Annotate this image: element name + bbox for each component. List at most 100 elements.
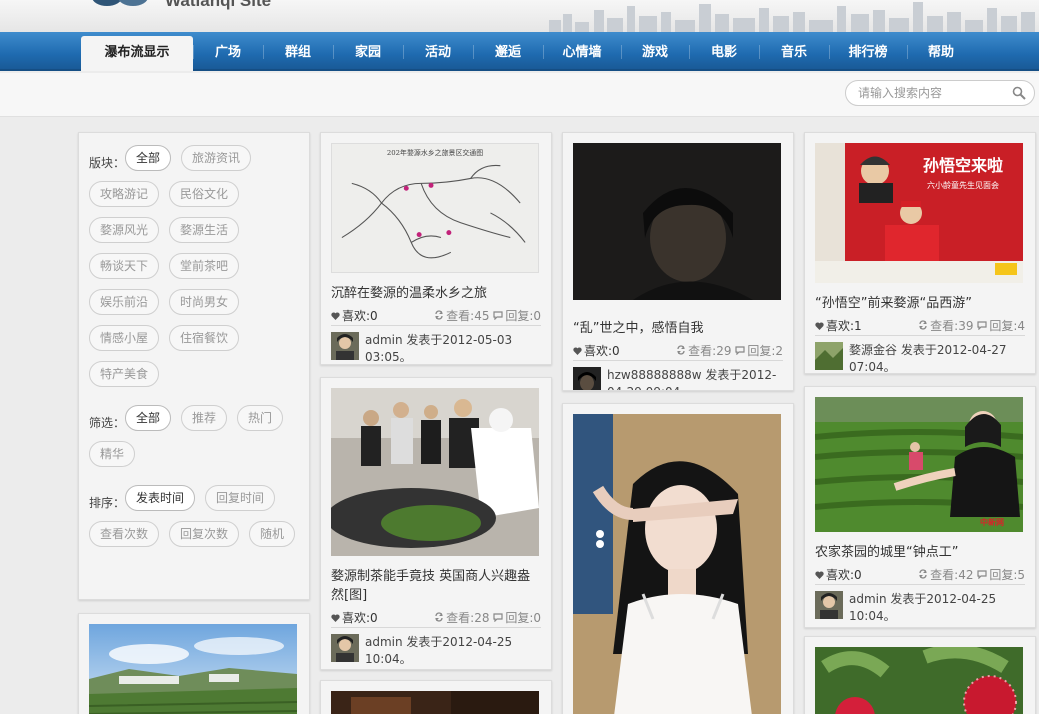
- view-count: 45: [474, 309, 490, 323]
- view-label: 查看:: [446, 611, 475, 625]
- post-stats: 喜欢:0 查看:28 回复:0: [331, 608, 541, 628]
- sort-filter: 排序： 发表时间 回复时间查看次数 回复次数 随机: [89, 485, 309, 557]
- nav-item-10[interactable]: 排行榜: [829, 32, 907, 71]
- section-tag-2[interactable]: 攻略游记: [89, 181, 160, 207]
- section-tag-6[interactable]: 畅谈天下: [89, 253, 160, 279]
- main-nav: 瀑布流显示 广场 群组 家园 活动 邂逅 心情墙 游戏 电影 音乐 排行榜 帮助: [0, 32, 1039, 71]
- nav-item-1[interactable]: 广场: [193, 32, 263, 71]
- nav-item-3[interactable]: 家园: [333, 32, 403, 71]
- post-title[interactable]: “孙悟空”前来婺源“品西游”: [815, 294, 1025, 313]
- top-banner: Watianqi Site: [0, 0, 1039, 32]
- site-logo[interactable]: [92, 0, 150, 8]
- section-label: 版块：: [89, 156, 126, 170]
- screen-label: 筛选：: [89, 416, 126, 430]
- sort-tag-0[interactable]: 发表时间: [125, 485, 196, 511]
- map-title: 202年婺源水乡之旅景区交通图: [387, 148, 483, 157]
- like-count[interactable]: 喜欢:0: [331, 608, 378, 625]
- post-card-terraces[interactable]: [78, 613, 310, 714]
- post-title[interactable]: 沉醉在婺源的温柔水乡之旅: [331, 284, 541, 303]
- section-tag-5[interactable]: 婺源生活: [169, 217, 240, 243]
- post-card-3[interactable]: 孙悟空来啦 六小龄童先生见面会 “孙悟空”前来婺源“品西游” 喜欢:1 查看:3…: [804, 132, 1036, 374]
- section-tag-10[interactable]: 情感小屋: [89, 325, 160, 351]
- section-tag-9[interactable]: 时尚男女: [169, 289, 240, 315]
- post-photo[interactable]: [331, 691, 539, 714]
- refresh-icon: [919, 569, 927, 579]
- reply-label: 回复:: [505, 309, 534, 323]
- post-photo[interactable]: [815, 644, 1023, 714]
- nav-item-6[interactable]: 心情墙: [543, 32, 621, 71]
- post-card-berries[interactable]: [804, 636, 1036, 714]
- post-card-1[interactable]: 中新网 婺源制茶能手竟技 英国商人兴趣盎然[图] 喜欢:0 查看:28 回复:0…: [320, 377, 552, 670]
- like-count[interactable]: 喜欢:0: [573, 341, 620, 358]
- view-label: 查看:: [930, 568, 959, 582]
- post-meta: admin 发表于2012-04-25 10:04。: [849, 592, 997, 623]
- nav-item-8[interactable]: 电影: [689, 32, 759, 71]
- heart-icon: [573, 347, 582, 355]
- like-count[interactable]: 喜欢:0: [331, 306, 378, 323]
- post-photo[interactable]: [573, 414, 781, 714]
- search-input[interactable]: [858, 86, 1008, 100]
- section-tag-1[interactable]: 旅游资讯: [181, 145, 252, 171]
- post-photo[interactable]: 孙悟空来啦 六小龄童先生见面会: [815, 143, 1023, 283]
- screen-tag-2[interactable]: 热门: [237, 405, 284, 431]
- post-card-room[interactable]: [320, 680, 552, 714]
- reply-icon: [493, 311, 503, 320]
- screen-tag-0[interactable]: 全部: [125, 405, 172, 431]
- section-tag-4[interactable]: 婺源风光: [89, 217, 160, 243]
- screen-tag-3[interactable]: 精华: [89, 441, 136, 467]
- post-card-0[interactable]: 202年婺源水乡之旅景区交通图 沉醉在婺源的温柔水乡之旅 喜欢:0 查看:45 …: [320, 132, 552, 365]
- screen-tag-1[interactable]: 推荐: [181, 405, 228, 431]
- post-photo[interactable]: 中新网: [814, 397, 1024, 532]
- section-tag-11[interactable]: 住宿餐饮: [169, 325, 240, 351]
- post-card-girl[interactable]: [562, 403, 794, 714]
- view-count: 42: [958, 568, 974, 582]
- like-count[interactable]: 喜欢:1: [815, 316, 862, 333]
- city-skyline-image: [549, 2, 1035, 32]
- svg-text:中新网: 中新网: [980, 517, 1004, 527]
- nav-item-4[interactable]: 活动: [403, 32, 473, 71]
- avatar[interactable]: [331, 634, 359, 662]
- post-card-2[interactable]: “乱”世之中，感悟自我 喜欢:0 查看:29 回复:2 hzw88888888w…: [562, 132, 794, 391]
- post-stats: 喜欢:0 查看:42 回复:5: [815, 565, 1025, 585]
- section-tag-7[interactable]: 堂前茶吧: [169, 253, 240, 279]
- sort-tag-1[interactable]: 回复时间: [205, 485, 276, 511]
- post-title[interactable]: 农家茶园的城里“钟点工”: [815, 543, 1025, 562]
- section-tag-12[interactable]: 特产美食: [89, 361, 160, 387]
- post-title[interactable]: 婺源制茶能手竟技 英国商人兴趣盎然[图]: [331, 567, 541, 605]
- post-author: 婺源金谷 发表于2012-04-27 07:04。: [815, 336, 1025, 373]
- avatar[interactable]: [331, 332, 359, 360]
- search-icon[interactable]: [1012, 86, 1026, 100]
- nav-item-11[interactable]: 帮助: [907, 32, 975, 71]
- section-tag-0[interactable]: 全部: [125, 145, 172, 171]
- post-author: admin 发表于2012-05-03 03:05。: [331, 326, 541, 364]
- search-box: [845, 80, 1035, 106]
- nav-item-9[interactable]: 音乐: [759, 32, 829, 71]
- nav-item-5[interactable]: 邂逅: [473, 32, 543, 71]
- reply-count: 0: [533, 309, 541, 323]
- avatar[interactable]: [573, 367, 601, 391]
- post-title[interactable]: “乱”世之中，感悟自我: [573, 319, 783, 338]
- nav-item-7[interactable]: 游戏: [621, 32, 689, 71]
- nav-item-0[interactable]: 瀑布流显示: [81, 36, 193, 71]
- nav-item-2[interactable]: 群组: [263, 32, 333, 71]
- sort-tag-3[interactable]: 回复次数: [169, 521, 240, 547]
- post-photo[interactable]: 中新网: [326, 388, 539, 556]
- view-label: 查看:: [688, 344, 717, 358]
- avatar[interactable]: [815, 591, 843, 619]
- refresh-icon: [435, 310, 443, 320]
- avatar[interactable]: [815, 342, 843, 370]
- post-photo[interactable]: [88, 624, 298, 714]
- post-photo[interactable]: [573, 143, 781, 300]
- search-bar: [0, 73, 1039, 117]
- post-photo[interactable]: 202年婺源水乡之旅景区交通图: [331, 143, 539, 273]
- reply-icon: [977, 570, 987, 579]
- section-tag-8[interactable]: 娱乐前沿: [89, 289, 160, 315]
- sort-tag-4[interactable]: 随机: [249, 521, 296, 547]
- like-count[interactable]: 喜欢:0: [815, 565, 862, 582]
- view-count: 28: [474, 611, 490, 625]
- post-card-4[interactable]: 中新网 农家茶园的城里“钟点工” 喜欢:0 查看:42 回复:5 admin 发…: [804, 386, 1036, 628]
- reply-label: 回复:: [989, 568, 1018, 582]
- sort-tag-2[interactable]: 查看次数: [89, 521, 160, 547]
- sort-label: 排序：: [89, 496, 126, 510]
- section-tag-3[interactable]: 民俗文化: [169, 181, 240, 207]
